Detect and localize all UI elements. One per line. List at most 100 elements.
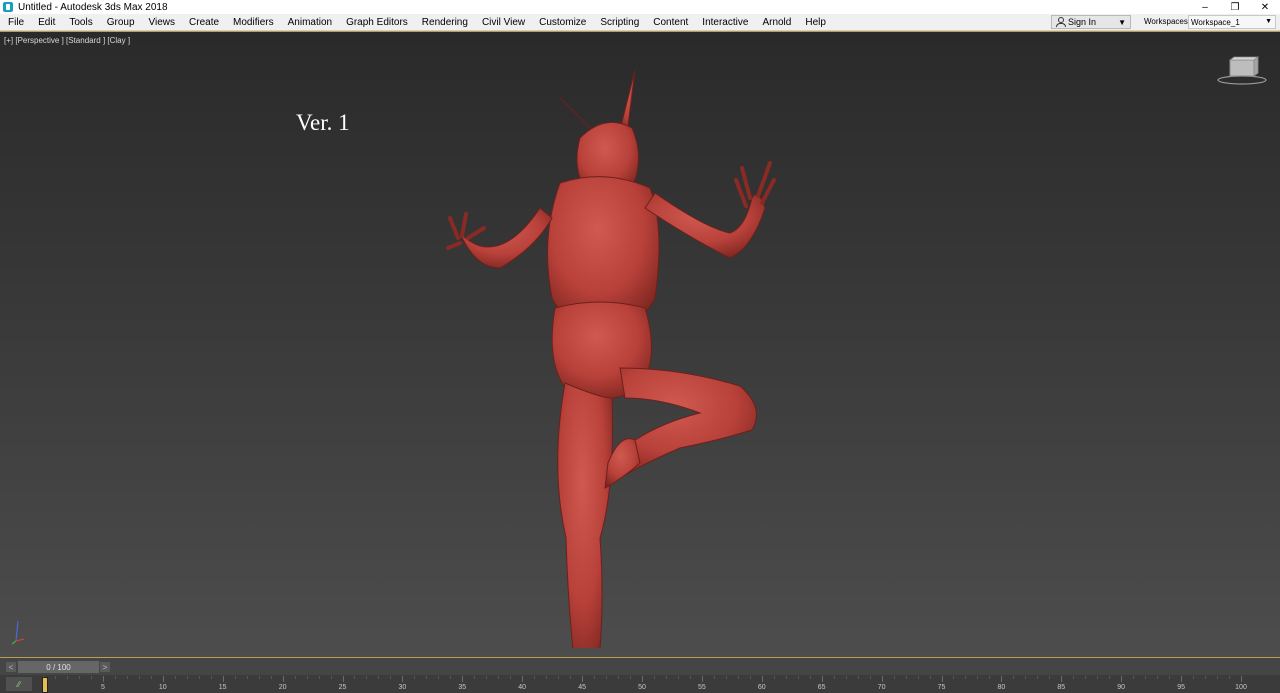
ruler-tick [222, 676, 224, 682]
ruler-tick [162, 676, 164, 682]
chevron-down-icon: ▼ [1118, 18, 1126, 27]
viewport-label[interactable]: [+] [Perspective ] [Standard ] [Clay ] [4, 36, 130, 45]
ruler-tick [570, 676, 572, 679]
menu-file[interactable]: File [0, 17, 31, 28]
ruler-tick [1217, 676, 1219, 679]
ruler-tick [1073, 676, 1075, 679]
viewport-annotation-text: Ver. 1 [296, 110, 350, 135]
ruler-tick [1133, 676, 1135, 679]
ruler-tick [1145, 676, 1147, 679]
menu-interactive[interactable]: Interactive [695, 17, 755, 28]
axis-tripod-icon [11, 620, 25, 645]
ruler-tick [210, 676, 212, 679]
ruler-tick [1121, 676, 1123, 682]
ruler-tick-label: 95 [1177, 684, 1185, 691]
ruler-tick [474, 676, 476, 679]
3ds-max-app-icon[interactable] [3, 2, 13, 12]
user-icon [1055, 17, 1066, 27]
ruler-tick-label: 55 [697, 684, 706, 691]
ruler-tick [414, 676, 416, 679]
character-model[interactable] [440, 68, 780, 648]
ruler-tick-label: 45 [578, 684, 586, 691]
ruler-tick [1181, 676, 1183, 682]
sign-in-dropdown[interactable]: Sign In ▼ [1051, 15, 1131, 29]
ruler-tick-label: 65 [817, 684, 826, 691]
ruler-tick [630, 676, 632, 679]
menu-group[interactable]: Group [100, 17, 142, 28]
ruler-tick [138, 676, 140, 679]
menu-arnold[interactable]: Arnold [755, 17, 798, 28]
menu-content[interactable]: Content [646, 17, 695, 28]
menu-civil-view[interactable]: Civil View [475, 17, 532, 28]
playhead-marker[interactable] [42, 677, 48, 693]
ruler-tick [1037, 676, 1039, 679]
time-slider-thumb[interactable]: 0 / 100 [18, 661, 99, 673]
menu-tools[interactable]: Tools [62, 17, 99, 28]
menu-animation[interactable]: Animation [281, 17, 339, 28]
ruler-tick [809, 676, 811, 679]
frame-ruler[interactable]: 5 10 15 20 25 30 35 40 45 50 55 60 65 70 75 80 85 90 95 100 [0, 675, 1280, 693]
chevron-down-icon: ▼ [1265, 18, 1272, 25]
track-bar[interactable]: ⁄∕ 5 10 15 20 25 30 35 40 45 50 55 60 65 70 75 80 85 90 95… [0, 675, 1280, 693]
ruler-tick [989, 676, 991, 679]
workspaces-label: Workspaces: [1144, 17, 1191, 26]
workspace-select[interactable]: Workspace_1 ▼ [1188, 15, 1276, 29]
ruler-tick [1229, 676, 1231, 679]
ruler-tick [78, 676, 80, 679]
menu-scripting[interactable]: Scripting [593, 17, 646, 28]
time-slider[interactable]: < 0 / 100 > [0, 659, 1280, 675]
menu-rendering[interactable]: Rendering [415, 17, 475, 28]
ruler-tick [677, 676, 679, 679]
ruler-tick [594, 676, 596, 679]
ruler-tick [665, 676, 667, 679]
menu-edit[interactable]: Edit [31, 17, 62, 28]
ruler-tick [893, 676, 895, 679]
ruler-tick [186, 676, 188, 679]
ruler-tick [66, 676, 68, 679]
ruler-tick [102, 676, 104, 682]
ruler-tick [1241, 676, 1242, 682]
time-next-button[interactable]: > [100, 662, 110, 672]
menu-bar: File Edit Tools Group Views Create Modif… [0, 14, 1280, 31]
ruler-tick-label: 15 [218, 684, 227, 691]
ruler-tick [606, 676, 608, 679]
ruler-tick [318, 676, 320, 679]
ruler-tick-label: 100 [1235, 684, 1247, 691]
ruler-tick [797, 676, 799, 679]
restore-button[interactable]: ❐ [1220, 0, 1250, 14]
ruler-tick [426, 676, 428, 679]
ruler-tick [390, 676, 392, 679]
ruler-tick [1169, 676, 1171, 679]
ruler-tick [486, 676, 488, 679]
menu-views[interactable]: Views [142, 17, 183, 28]
menu-modifiers[interactable]: Modifiers [226, 17, 281, 28]
ruler-tick [402, 676, 404, 682]
menu-help[interactable]: Help [798, 17, 833, 28]
ruler-tick [953, 676, 955, 679]
ruler-tick-label: 70 [877, 684, 886, 691]
menu-graph-editors[interactable]: Graph Editors [339, 17, 415, 28]
ruler-tick [294, 676, 296, 679]
ruler-tick [1013, 676, 1015, 679]
window-title: Untitled - Autodesk 3ds Max 2018 [18, 1, 168, 13]
ruler-tick [725, 676, 727, 679]
close-button[interactable]: ✕ [1250, 0, 1280, 14]
workspace-value: Workspace_1 [1191, 17, 1240, 27]
menu-customize[interactable]: Customize [532, 17, 593, 28]
perspective-viewport[interactable]: [+] [Perspective ] [Standard ] [Clay ] V… [0, 31, 1280, 658]
menu-create[interactable]: Create [182, 17, 226, 28]
ruler-tick [246, 676, 248, 679]
ruler-tick [701, 676, 703, 682]
ruler-tick [857, 676, 859, 679]
ruler-tick [234, 676, 236, 679]
ruler-tick [1049, 676, 1051, 679]
ruler-tick [366, 676, 368, 679]
time-prev-button[interactable]: < [6, 662, 16, 672]
viewcube-icon[interactable] [1216, 54, 1268, 86]
ruler-tick [54, 676, 56, 679]
minimize-button[interactable]: – [1190, 0, 1220, 14]
ruler-tick-label: 85 [1057, 684, 1066, 691]
ruler-tick [689, 676, 691, 679]
ruler-tick [941, 676, 943, 682]
ruler-tick-label: 35 [458, 684, 467, 691]
